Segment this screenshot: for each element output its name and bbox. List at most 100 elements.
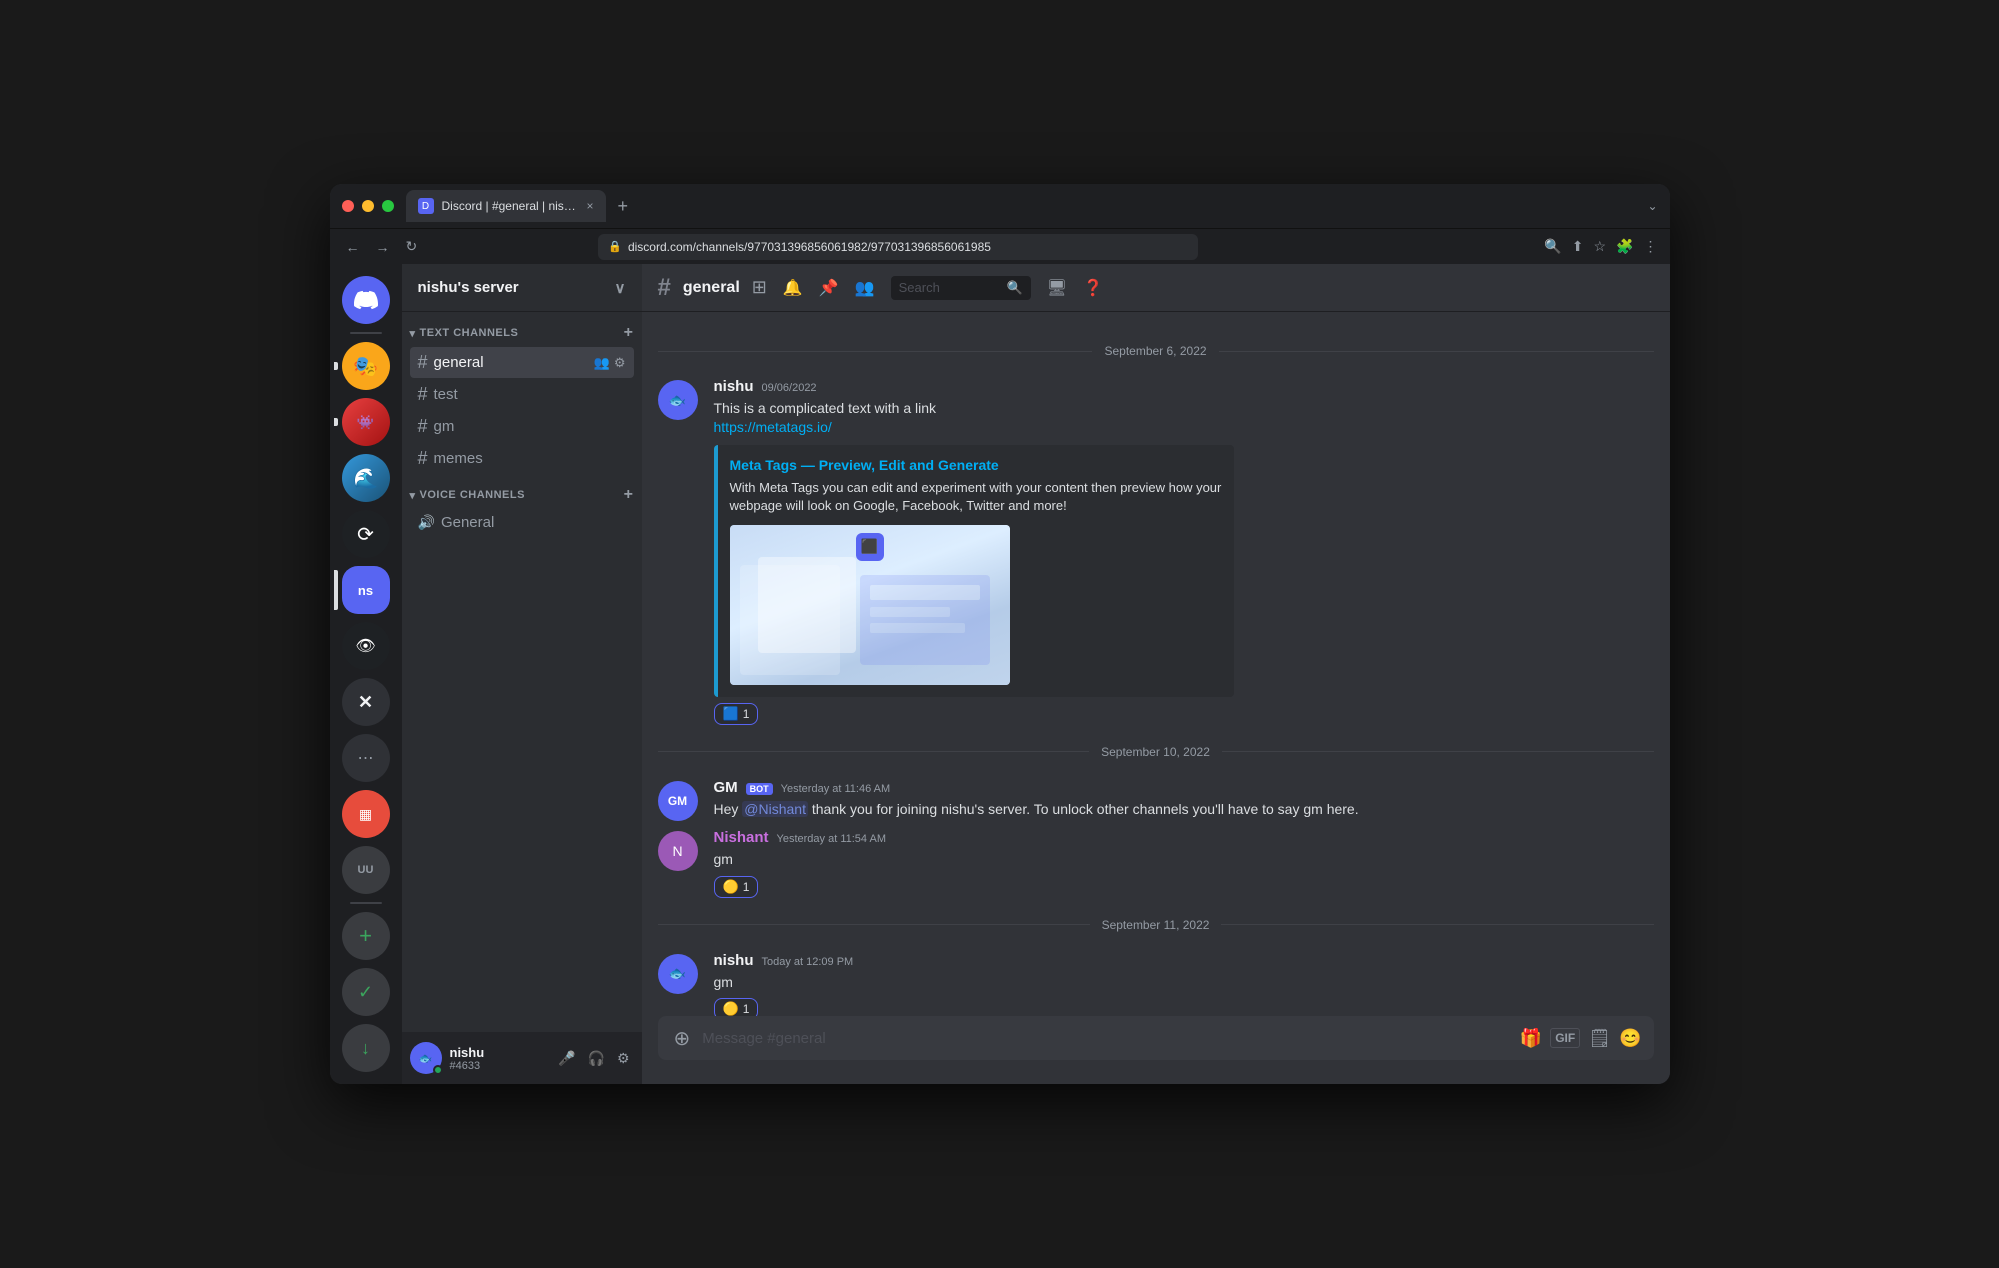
reaction-1[interactable]: 🟦 1: [714, 703, 759, 725]
msg-author-2[interactable]: GM: [714, 779, 738, 796]
server-indicator-active: [334, 570, 338, 610]
maximize-button[interactable]: [382, 200, 394, 212]
server-icon-download[interactable]: ↓: [342, 1024, 390, 1072]
tab-favicon: D: [418, 198, 434, 214]
back-button[interactable]: ←: [342, 237, 364, 257]
msg-text-1: This is a complicated text with a link: [714, 399, 1654, 419]
members-list-icon[interactable]: 👥: [855, 278, 875, 298]
add-voice-channel-button[interactable]: +: [624, 486, 634, 504]
pin-icon[interactable]: 📌: [819, 278, 839, 298]
message-input-area: ⊕ 🎁 GIF 🗒 😊: [642, 1016, 1670, 1084]
msg-author-4[interactable]: nishu: [714, 952, 754, 969]
search-bar[interactable]: Search 🔍: [891, 276, 1031, 300]
server-icon-grid[interactable]: ▦: [342, 790, 390, 838]
settings-icon[interactable]: ⚙: [614, 355, 626, 371]
lock-icon: 🔒: [608, 240, 622, 253]
user-info: nishu #4633: [450, 1045, 547, 1072]
deafen-button[interactable]: 🎧: [584, 1046, 609, 1071]
channel-item-gm[interactable]: # gm: [410, 411, 634, 442]
add-text-channel-button[interactable]: +: [624, 324, 634, 342]
user-settings-button[interactable]: ⚙: [613, 1046, 634, 1071]
reaction-3[interactable]: 🟡 1: [714, 876, 759, 898]
voice-channels-header[interactable]: ▾ VOICE CHANNELS +: [402, 482, 642, 508]
bookmark-icon[interactable]: ☆: [1594, 238, 1607, 255]
embed-image-1: ⬛: [730, 525, 1010, 685]
msg-author-3[interactable]: Nishant: [714, 829, 769, 846]
extensions-icon[interactable]: 🧩: [1616, 238, 1633, 255]
reaction-4[interactable]: 🟡 1: [714, 998, 759, 1016]
msg-link-1[interactable]: https://metatags.io/: [714, 419, 832, 435]
embed-1: Meta Tags — Preview, Edit and Generate W…: [714, 445, 1234, 697]
help-icon[interactable]: ❓: [1083, 278, 1103, 298]
server-icon-swirl[interactable]: ⟳: [342, 510, 390, 558]
tab-close-button[interactable]: ×: [586, 199, 593, 213]
msg-avatar-4: 🐟: [658, 954, 698, 994]
server-icon-eye[interactable]: 👁: [342, 622, 390, 670]
add-attachment-button[interactable]: ⊕: [670, 1022, 695, 1055]
msg-author-1[interactable]: nishu: [714, 378, 754, 395]
text-channels-header[interactable]: ▾ TEXT CHANNELS +: [402, 320, 642, 346]
server-icon-yellow[interactable]: 🎭: [342, 342, 390, 390]
mute-button[interactable]: 🎤: [554, 1046, 579, 1071]
reload-button[interactable]: ↻: [402, 236, 422, 257]
reaction-count-3: 1: [743, 880, 750, 894]
server-icon-red[interactable]: 👾: [342, 398, 390, 446]
forward-button[interactable]: →: [372, 237, 394, 257]
zoom-icon[interactable]: 🔍: [1544, 238, 1561, 255]
channel-item-voice-general[interactable]: 🔊 General: [410, 509, 634, 536]
tab-title: Discord | #general | nishu's se...: [442, 199, 579, 213]
close-button[interactable]: [342, 200, 354, 212]
addressbar: ← → ↻ 🔒 discord.com/channels/97703139685…: [330, 228, 1670, 264]
inbox-icon[interactable]: 🖥: [1047, 278, 1067, 298]
msg-timestamp-1: 09/06/2022: [762, 382, 817, 394]
sticker-icon[interactable]: 🗒: [1588, 1028, 1611, 1049]
server-icon-green[interactable]: ✓: [342, 968, 390, 1016]
address-text: discord.com/channels/977031396856061982/…: [628, 240, 991, 254]
hash-icon: #: [418, 352, 428, 373]
msg-timestamp-2: Yesterday at 11:46 AM: [781, 783, 890, 795]
message-input-box: ⊕ 🎁 GIF 🗒 😊: [658, 1016, 1654, 1060]
divider-line-4: [1222, 751, 1654, 752]
app-window: D Discord | #general | nishu's se... × +…: [330, 184, 1670, 1084]
msg-content-1: nishu 09/06/2022 This is a complicated t…: [714, 378, 1654, 725]
hash-icon-4: #: [418, 448, 428, 469]
notification-icon[interactable]: 🔔: [783, 278, 803, 298]
add-server-button[interactable]: +: [342, 912, 390, 960]
threads-icon[interactable]: ⊞: [752, 277, 767, 298]
server-icon-x[interactable]: ✕: [342, 678, 390, 726]
message-input[interactable]: [702, 1020, 1512, 1057]
channel-name-voice-general: General: [441, 514, 626, 531]
emoji-button[interactable]: 😊: [1619, 1028, 1641, 1049]
channel-name-general: general: [434, 354, 588, 371]
search-placeholder: Search: [899, 280, 940, 295]
message-group-2: GM GM BOT Yesterday at 11:46 AM Hey @Nis…: [642, 775, 1670, 825]
browser-icons: 🔍 ⬆ ☆ 🧩 ⋮: [1544, 238, 1657, 255]
msg-content-2: GM BOT Yesterday at 11:46 AM Hey @Nishan…: [714, 779, 1654, 821]
server-icon-discord[interactable]: [342, 276, 390, 324]
channel-item-general[interactable]: # general 👥 ⚙: [410, 347, 634, 378]
address-bar[interactable]: 🔒 discord.com/channels/97703139685606198…: [598, 234, 1198, 260]
server-icon-uv[interactable]: UU: [342, 846, 390, 894]
server-icon-nishu[interactable]: ns: [342, 566, 390, 614]
input-right-tools: 🎁 GIF 🗒 😊: [1520, 1028, 1642, 1049]
gift-icon[interactable]: 🎁: [1520, 1028, 1542, 1049]
msg-text-2: Hey @Nishant thank you for joining nishu…: [714, 800, 1654, 820]
bot-badge-2: BOT: [746, 783, 773, 795]
share-icon[interactable]: ⬆: [1572, 238, 1584, 255]
server-icon-blue[interactable]: 🌊: [342, 454, 390, 502]
channel-hash-icon: #: [658, 274, 671, 302]
server-header[interactable]: nishu's server ∨: [402, 264, 642, 312]
new-tab-button[interactable]: +: [614, 192, 633, 221]
server-icon-dots[interactable]: ⋯: [342, 734, 390, 782]
minimize-button[interactable]: [362, 200, 374, 212]
browser-tab[interactable]: D Discord | #general | nishu's se... ×: [406, 190, 606, 222]
gif-button[interactable]: GIF: [1550, 1028, 1580, 1048]
embed-img-placeholder: ⬛: [730, 525, 1010, 685]
message-group-1: 🐟 nishu 09/06/2022 This is a complicated…: [642, 374, 1670, 729]
channel-item-test[interactable]: # test: [410, 379, 634, 410]
menu-icon[interactable]: ⋮: [1644, 238, 1658, 255]
reaction-emoji-4: 🟡: [723, 1001, 739, 1016]
channel-item-memes[interactable]: # memes: [410, 443, 634, 474]
user-status-dot: [433, 1065, 443, 1075]
members-icon: 👥: [594, 355, 610, 371]
